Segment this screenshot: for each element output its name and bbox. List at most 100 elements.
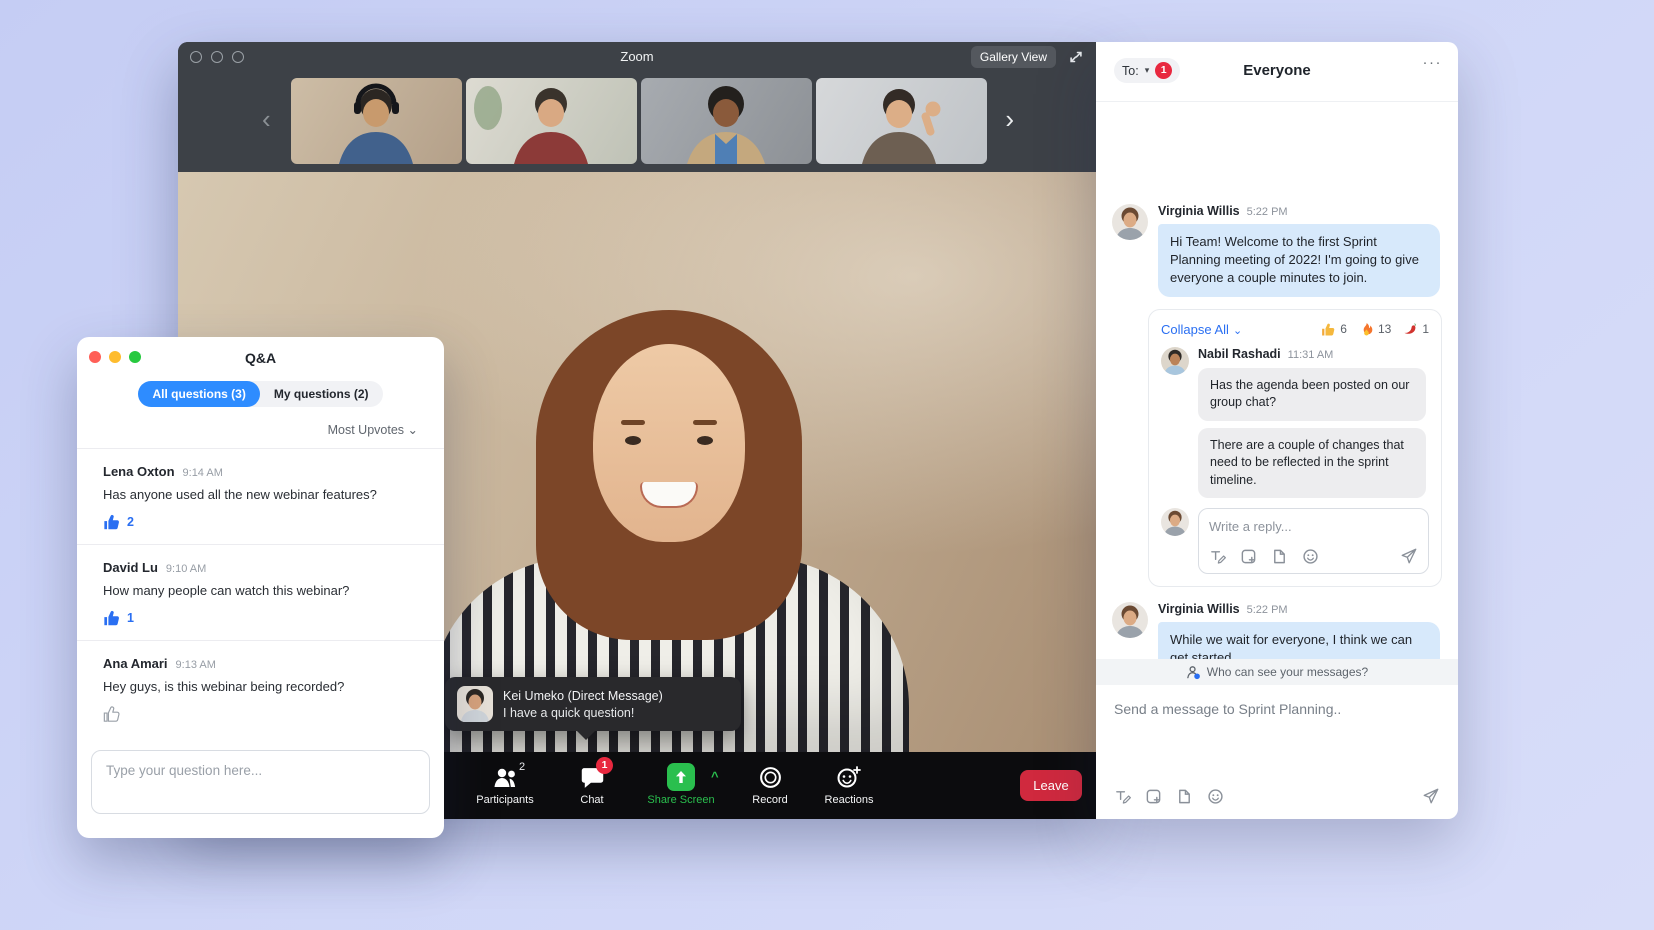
chat-badge: 1 [596, 757, 613, 774]
sort-caret-icon: ⌄ [408, 423, 418, 437]
participants-icon [492, 766, 518, 788]
qa-tab-group: All questions (3) My questions (2) [138, 381, 382, 407]
qa-title: Q&A [77, 350, 444, 366]
share-screen-button[interactable]: ^ Share Screen [633, 761, 729, 806]
format-text-icon[interactable] [1209, 548, 1226, 565]
upvote-count: 2 [127, 515, 134, 529]
sort-dropdown[interactable]: Most Upvotes ⌄ [77, 407, 444, 448]
avatar [1161, 508, 1189, 536]
emoji-icon[interactable] [1207, 788, 1224, 805]
message-author: Virginia Willis [1158, 204, 1240, 218]
question-item: Ana Amari 9:13 AM Hey guys, is this webin… [77, 640, 444, 736]
avatar [1161, 347, 1189, 375]
participant-video-1[interactable] [291, 78, 462, 164]
reply-placeholder: Write a reply... [1209, 519, 1418, 534]
gallery-view-button[interactable]: Gallery View [971, 46, 1056, 68]
privacy-info-bar[interactable]: Who can see your messages? [1096, 659, 1458, 685]
avatar [1112, 602, 1148, 638]
question-author: Ana Amari [103, 656, 168, 671]
upvote-count: 1 [127, 611, 134, 625]
question-author: David Lu [103, 560, 158, 575]
file-icon[interactable] [1176, 788, 1193, 805]
message-bubble: While we wait for everyone, I think we c… [1158, 622, 1440, 659]
reaction-thumbs-up[interactable]: 6 [1321, 322, 1347, 337]
message-thread: Collapse All⌄ 6 13 1 [1148, 309, 1442, 588]
participants-button[interactable]: 2 Participants [457, 761, 553, 806]
filmstrip-thumbnails [291, 78, 987, 164]
question-text: Hey guys, is this webinar being recorded… [103, 679, 418, 694]
video-filmstrip: ‹ › [178, 72, 1096, 172]
question-time: 9:10 AM [166, 563, 206, 575]
question-text: Has anyone used all the new webinar feat… [103, 487, 418, 502]
filmstrip-next-icon[interactable]: › [1005, 106, 1014, 132]
reaction-hot-pepper[interactable]: 1 [1403, 322, 1429, 337]
chat-button[interactable]: 1 Chat [544, 761, 640, 806]
message-author: Nabil Rashadi [1198, 347, 1281, 361]
tab-all-questions[interactable]: All questions (3) [138, 381, 259, 407]
chat-panel: To: ▾ 1 Everyone ··· Virginia Willis 5:22… [1096, 42, 1458, 819]
upvote-button[interactable]: 1 [103, 609, 418, 627]
question-author: Lena Oxton [103, 464, 175, 479]
reply-input[interactable]: Write a reply... [1198, 508, 1429, 574]
toast-title: Kei Umeko (Direct Message) [503, 689, 663, 703]
zoom-titlebar: Zoom Gallery View [178, 42, 1096, 72]
desktop-background: Zoom Gallery View ‹ [0, 0, 1654, 930]
share-screen-icon [667, 763, 695, 791]
question-item: David Lu 9:10 AM How many people can watc… [77, 544, 444, 640]
screenshot-icon[interactable] [1240, 548, 1257, 565]
leave-button[interactable]: Leave [1020, 770, 1082, 801]
thumbs-up-outline-icon [103, 705, 121, 723]
question-text: How many people can watch this webinar? [103, 583, 418, 598]
screenshot-icon[interactable] [1145, 788, 1162, 805]
chat-composer [1096, 685, 1458, 819]
message-time: 11:31 AM [1288, 349, 1334, 361]
thread-bubble: Has the agenda been posted on our group … [1198, 368, 1426, 421]
filmstrip-prev-icon[interactable]: ‹ [262, 106, 271, 132]
record-icon [758, 765, 783, 790]
chat-more-icon[interactable]: ··· [1423, 54, 1443, 71]
qa-window: Q&A All questions (3) My questions (2) M… [77, 337, 444, 838]
reactions-icon [836, 765, 862, 789]
reactions-button[interactable]: Reactions [801, 761, 897, 806]
fullscreen-icon[interactable] [1066, 47, 1086, 67]
upvote-button[interactable]: 2 [103, 513, 418, 531]
thumbs-up-icon [103, 609, 121, 627]
reaction-fire[interactable]: 13 [1359, 322, 1391, 337]
question-time: 9:14 AM [183, 467, 223, 479]
format-text-icon[interactable] [1114, 788, 1131, 805]
file-icon[interactable] [1271, 548, 1288, 565]
direct-message-toast[interactable]: Kei Umeko (Direct Message) I have a quic… [445, 677, 741, 731]
thread-bubble: There are a couple of changes that need … [1198, 428, 1426, 499]
message-author: Virginia Willis [1158, 602, 1240, 616]
chat-title: Everyone [1096, 62, 1458, 79]
chat-messages: Virginia Willis 5:22 PM Hi Team! Welcome … [1096, 102, 1458, 659]
qa-titlebar: Q&A [77, 337, 444, 379]
avatar [1112, 204, 1148, 240]
emoji-icon[interactable] [1302, 548, 1319, 565]
send-icon[interactable] [1422, 787, 1440, 805]
send-icon[interactable] [1400, 547, 1418, 565]
question-item: Lena Oxton 9:14 AM Has anyone used all th… [77, 448, 444, 544]
collapse-all-button[interactable]: Collapse All⌄ [1161, 322, 1242, 337]
upvote-button[interactable] [103, 705, 418, 723]
message-time: 5:22 PM [1247, 604, 1288, 616]
message-time: 5:22 PM [1247, 206, 1288, 218]
tab-my-questions[interactable]: My questions (2) [260, 381, 383, 407]
share-options-caret-icon[interactable]: ^ [711, 769, 719, 784]
participants-count: 2 [519, 761, 525, 773]
message-bubble: Hi Team! Welcome to the first Sprint Pla… [1158, 224, 1440, 297]
question-input[interactable] [91, 750, 430, 814]
participant-video-3[interactable] [641, 78, 812, 164]
participant-video-2[interactable] [466, 78, 637, 164]
toast-avatar [457, 686, 493, 722]
toast-message: I have a quick question! [503, 706, 663, 720]
participant-video-4[interactable] [816, 78, 987, 164]
speaker-face [593, 344, 745, 542]
window-title: Zoom [178, 49, 1096, 64]
thumbs-up-icon [103, 513, 121, 531]
chat-message-input[interactable] [1114, 701, 1440, 759]
question-time: 9:13 AM [176, 659, 216, 671]
chat-message: Virginia Willis 5:22 PM While we wait for… [1112, 602, 1442, 659]
chat-message: Virginia Willis 5:22 PM Hi Team! Welcome … [1112, 204, 1442, 297]
chat-header: To: ▾ 1 Everyone ··· [1096, 42, 1458, 102]
